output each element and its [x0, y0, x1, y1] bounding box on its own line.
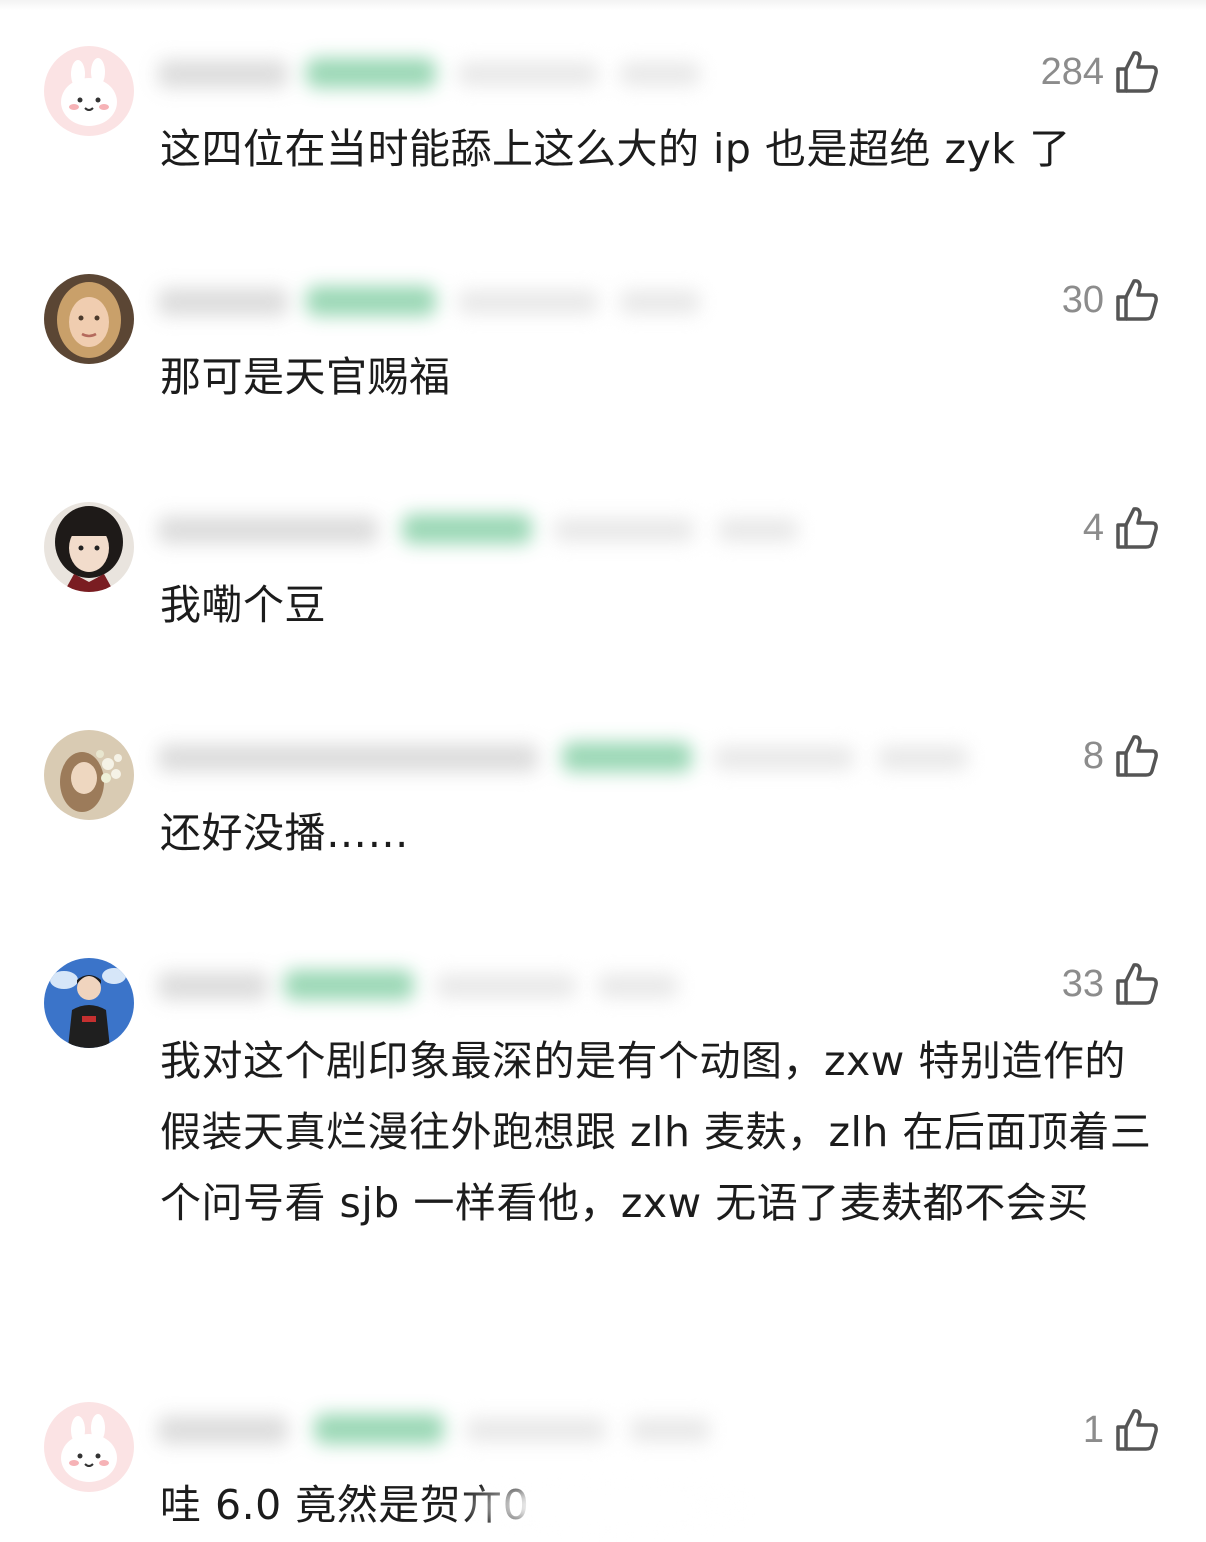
avatar[interactable]	[44, 730, 134, 820]
like-count: 4	[1082, 507, 1104, 549]
blonde-woman-avatar-icon	[44, 274, 134, 364]
uniform-figure-avatar-icon	[44, 958, 134, 1048]
comment-meta-blurred	[158, 966, 698, 1006]
thumbs-up-icon	[1116, 735, 1158, 777]
flowers-portrait-avatar-icon	[44, 730, 134, 820]
avatar[interactable]	[44, 502, 134, 592]
thumbs-up-icon	[1116, 279, 1158, 321]
pink-bunny-avatar-icon	[44, 46, 134, 136]
comment-text: 那可是天官赐福	[160, 353, 451, 401]
avatar[interactable]	[44, 46, 134, 136]
comment-text: 这四位在当时能舔上这么大的 ip 也是超绝 zyk 了	[160, 125, 1071, 173]
watermark-overlay	[458, 1476, 758, 1536]
like-count: 33	[1061, 963, 1104, 1005]
comment-text: 我对这个剧印象最深的是有个动图，zxw 特别造作的假装天真烂漫往外跑想跟 zlh…	[160, 1037, 1152, 1227]
pink-bunny-avatar-icon	[44, 1402, 134, 1492]
avatar[interactable]	[44, 274, 134, 364]
comment-meta-blurred	[158, 282, 718, 322]
comment-text: 还好没播……	[160, 809, 409, 857]
like-button[interactable]: 30	[1062, 272, 1162, 328]
avatar[interactable]	[44, 958, 134, 1048]
thumbs-up-icon	[1116, 507, 1158, 549]
thumbs-up-icon	[1116, 1409, 1158, 1451]
like-count: 1	[1082, 1409, 1104, 1451]
like-button[interactable]: 1	[1083, 1402, 1162, 1458]
like-button[interactable]: 4	[1083, 500, 1162, 556]
comment-meta-blurred	[158, 510, 818, 550]
like-count: 30	[1061, 279, 1104, 321]
dark-hair-girl-avatar-icon	[44, 502, 134, 592]
comment-text: 我嘞个豆	[160, 581, 326, 629]
like-count: 8	[1082, 735, 1104, 777]
previous-item-edge	[0, 0, 1206, 10]
comment-meta-blurred	[158, 1410, 718, 1450]
comment-meta-blurred	[158, 738, 978, 778]
like-button[interactable]: 284	[1041, 44, 1162, 100]
like-button[interactable]: 8	[1083, 728, 1162, 784]
like-count: 284	[1040, 51, 1104, 93]
like-button[interactable]: 33	[1062, 956, 1162, 1012]
comment-meta-blurred	[158, 54, 718, 94]
avatar[interactable]	[44, 1402, 134, 1492]
thumbs-up-icon	[1116, 963, 1158, 1005]
thumbs-up-icon	[1116, 51, 1158, 93]
